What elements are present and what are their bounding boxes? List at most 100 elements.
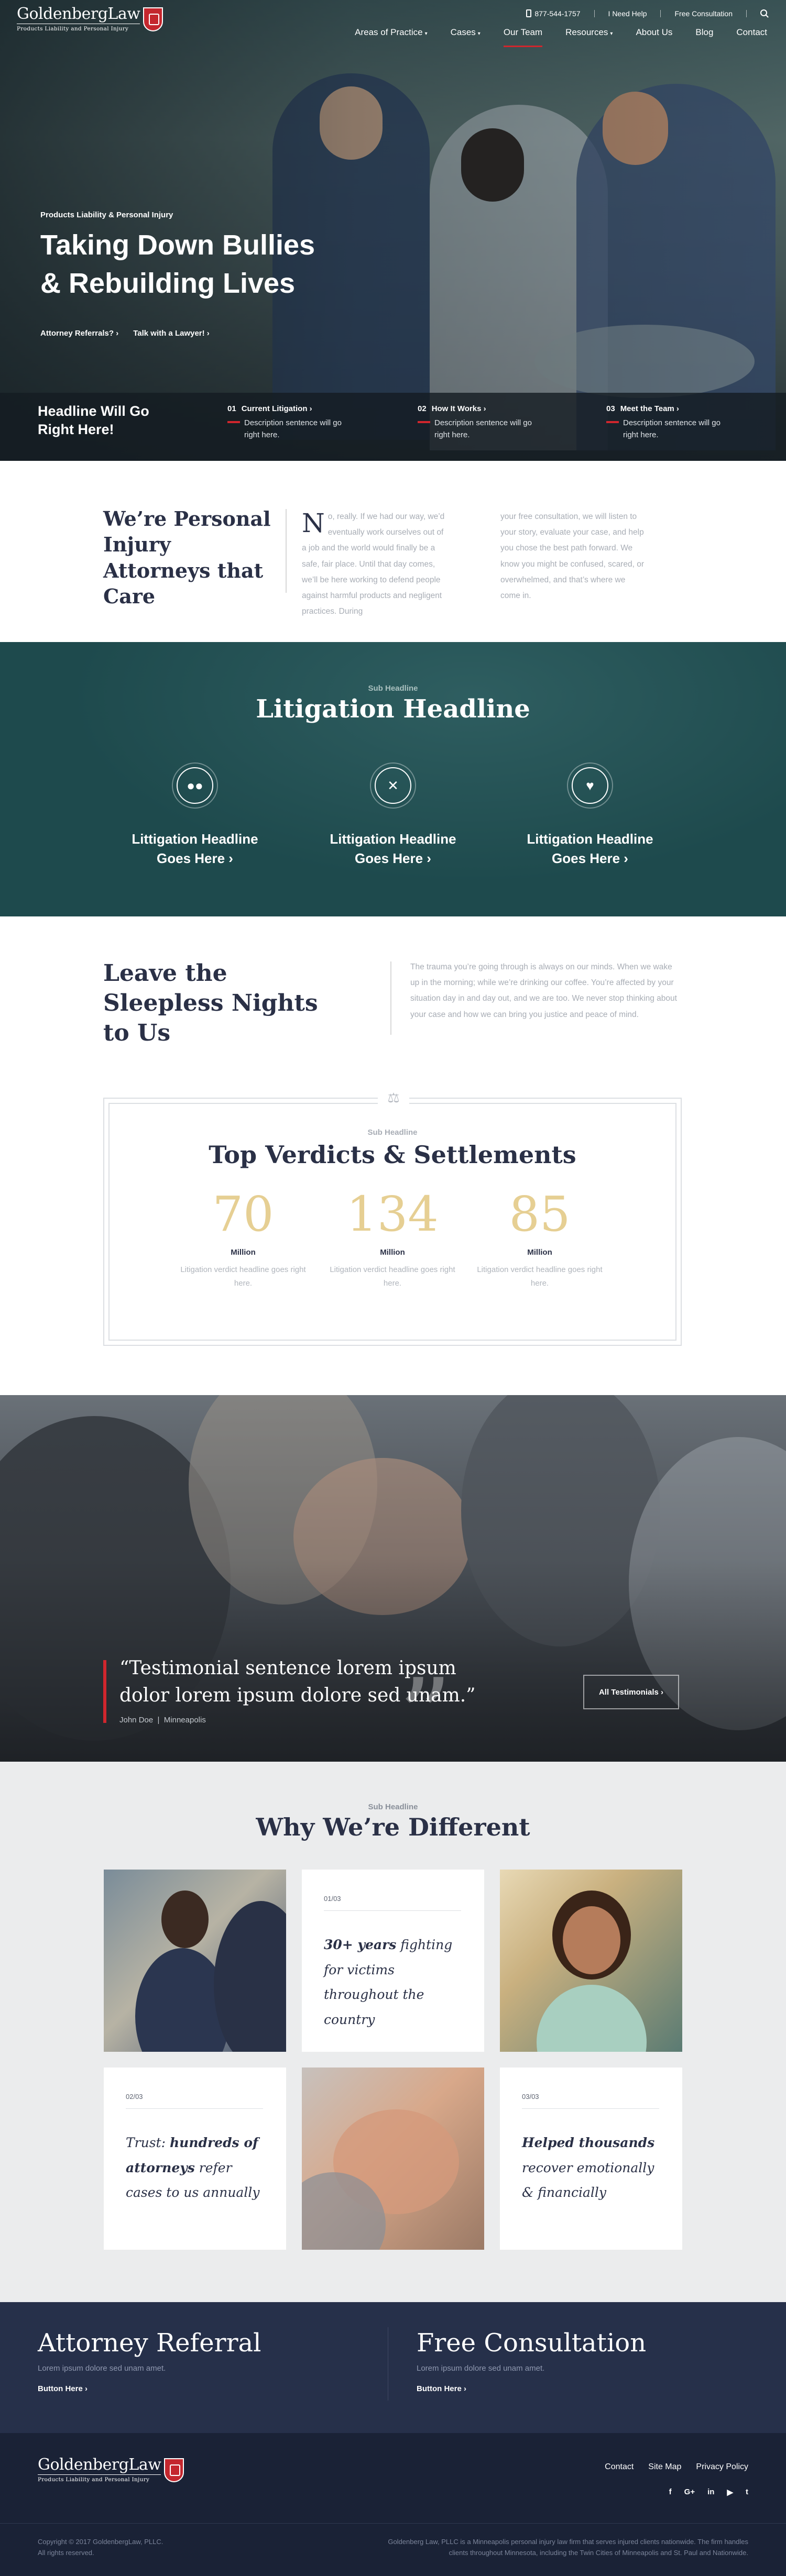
card-lead: Trust: — [126, 2135, 170, 2150]
footer-logo[interactable]: GoldenbergLaw Products Liability and Per… — [38, 2457, 184, 2483]
card-emphasis: 30+ years — [324, 1937, 397, 1952]
linkedin-icon[interactable]: in — [707, 2487, 714, 2497]
copyright: Copyright © 2017 GoldenbergLaw, PLLC. Al… — [38, 2537, 226, 2559]
testimonial-author: John Doe | Minneapolis — [119, 1716, 206, 1724]
stat-description: Litigation verdict headline goes right h… — [330, 1265, 455, 1288]
twitter-icon[interactable]: t — [746, 2487, 748, 2497]
nav-label: Resources — [565, 27, 608, 37]
free-consultation-link[interactable]: Free Consultation — [674, 9, 733, 18]
card-label: Littigation Headline — [527, 831, 653, 847]
verdict-stat: 70 Million Litigation verdict headline g… — [178, 1188, 309, 1291]
testimonial-quote: “Testimonial sentence lorem ipsum dolor … — [119, 1657, 476, 1707]
strip-title: How It Works › — [431, 404, 486, 413]
cta-button[interactable]: Button Here › — [38, 2384, 261, 2393]
utility-bar: 877-544-1757 I Need Help Free Consultati… — [526, 9, 767, 18]
hero-links: Attorney Referrals? › Talk with a Lawyer… — [40, 329, 210, 338]
facebook-icon[interactable]: f — [669, 2487, 672, 2497]
accent-bar — [227, 421, 240, 423]
logo-tagline: Products Liability and Personal Injury — [38, 2474, 161, 2483]
card-emphasis: Helped thousands — [522, 2135, 655, 2150]
all-testimonials-button[interactable]: All Testimonials › — [583, 1675, 679, 1709]
hands-photo — [302, 2068, 484, 2250]
chevron-down-icon: ▾ — [477, 31, 481, 37]
hero-title: Taking Down Bullies & Rebuilding Lives — [40, 226, 407, 303]
footer-links: Contact Site Map Privacy Policy — [605, 2462, 748, 2472]
divider — [324, 1910, 461, 1911]
why-card: 03/03 Helped thousands recover emotional… — [500, 2068, 682, 2250]
stat-description: Litigation verdict headline goes right h… — [180, 1265, 306, 1288]
nav-about-us[interactable]: About Us — [636, 27, 672, 47]
free-consultation-cta: Free Consultation Lorem ipsum dolore sed… — [417, 2328, 646, 2393]
help-link[interactable]: I Need Help — [608, 9, 647, 18]
litigation-card[interactable]: ✕ Littigation Headline Goes Here › — [314, 762, 472, 868]
cta-description: Lorem ipsum dolore sed unam amet. — [38, 2364, 166, 2373]
card-label: Littigation Headline — [330, 831, 456, 847]
hero-title-line: & Rebuilding Lives — [40, 267, 296, 299]
cta-description: Lorem ipsum dolore sed unam amet. — [417, 2364, 545, 2373]
stat-description: Litigation verdict headline goes right h… — [477, 1265, 603, 1288]
google-plus-icon[interactable]: G+ — [684, 2487, 695, 2497]
strip-title: Meet the Team › — [620, 404, 679, 413]
stat-number: 70 — [212, 1186, 274, 1242]
card-rest: recover emotionally & financially — [522, 2160, 654, 2201]
main-nav: Areas of Practice ▾ Cases ▾ Our Team Resou… — [355, 27, 767, 47]
site-logo[interactable]: GoldenbergLaw Products Liability and Per… — [17, 6, 163, 32]
footer-link-contact[interactable]: Contact — [605, 2462, 634, 2472]
cta-button[interactable]: Button Here › — [417, 2384, 646, 2393]
hero-strip-how-it-works[interactable]: 02 How It Works › Description sentence wi… — [418, 404, 591, 441]
care-heading: We’re Personal Injury Attorneys that Car… — [103, 507, 271, 609]
handshake-icon: ⚖ — [378, 1084, 409, 1111]
icon-ring: ♥ — [567, 762, 613, 809]
chevron-down-icon: ▾ — [610, 31, 613, 37]
verdicts-panel: ⚖ Sub Headline Top Verdicts & Settlement… — [103, 1084, 682, 1346]
card-counter: 02/03 — [126, 2093, 143, 2100]
divider — [126, 2108, 263, 2109]
copyright-line: Copyright © 2017 GoldenbergLaw, PLLC. — [38, 2538, 163, 2546]
nav-contact[interactable]: Contact — [736, 27, 767, 47]
nav-blog[interactable]: Blog — [695, 27, 713, 47]
photo-shape — [563, 1906, 620, 1974]
phone-number: 877-544-1757 — [534, 9, 581, 18]
footer-link-privacy[interactable]: Privacy Policy — [696, 2462, 748, 2472]
nav-label: Contact — [736, 27, 767, 37]
dropcap: N — [302, 508, 325, 538]
phone-link[interactable]: 877-544-1757 — [526, 9, 581, 18]
divider — [594, 10, 595, 17]
pills-icon: ●● — [177, 767, 213, 804]
utensils-icon: ✕ — [375, 767, 411, 804]
talk-with-lawyer-link[interactable]: Talk with a Lawyer! › — [133, 329, 210, 338]
heart-icon: ♥ — [572, 767, 608, 804]
phone-icon — [526, 9, 532, 17]
attorney-referral-cta: Attorney Referral Lorem ipsum dolore sed… — [38, 2328, 261, 2393]
nav-resources[interactable]: Resources ▾ — [565, 27, 613, 47]
logo-shield-icon — [164, 2458, 184, 2482]
card-label: Goes Here › — [157, 850, 233, 866]
why-card: 01/03 30+ years fighting for victims thr… — [302, 1870, 484, 2052]
litigation-card[interactable]: ♥ Littigation Headline Goes Here › — [511, 762, 669, 868]
section-headline: Litigation Headline — [256, 694, 530, 724]
site-footer: GoldenbergLaw Products Liability and Per… — [0, 2433, 786, 2576]
search-button[interactable] — [760, 9, 767, 18]
strip-number: 03 — [606, 404, 615, 413]
hero-strip-meet-the-team[interactable]: 03 Meet the Team › Description sentence w… — [606, 404, 779, 441]
stat-unit: Million — [231, 1248, 256, 1257]
divider — [660, 10, 661, 17]
logo-wordmark: GoldenbergLaw — [17, 5, 140, 23]
nav-label: Areas of Practice — [355, 27, 423, 37]
team-photo — [104, 1870, 286, 2052]
icon-ring: ●● — [172, 762, 218, 809]
hero-strip-current-litigation[interactable]: 01 Current Litigation › Description sente… — [227, 404, 400, 441]
card-counter: 03/03 — [522, 2093, 539, 2100]
nav-our-team[interactable]: Our Team — [503, 27, 543, 47]
attorney-referrals-link[interactable]: Attorney Referrals? › — [40, 329, 118, 338]
card-text: Helped thousands recover emotionally & f… — [522, 2130, 663, 2205]
card-label: Goes Here › — [355, 850, 431, 866]
stat-number: 85 — [509, 1186, 571, 1242]
author-name: John Doe — [119, 1716, 154, 1724]
footer-link-sitemap[interactable]: Site Map — [648, 2462, 681, 2472]
litigation-card[interactable]: ●● Littigation Headline Goes Here › — [116, 762, 274, 868]
youtube-icon[interactable]: ▶ — [727, 2487, 733, 2497]
nav-cases[interactable]: Cases ▾ — [451, 27, 481, 47]
author-location: Minneapolis — [163, 1716, 206, 1724]
nav-areas-of-practice[interactable]: Areas of Practice ▾ — [355, 27, 427, 47]
